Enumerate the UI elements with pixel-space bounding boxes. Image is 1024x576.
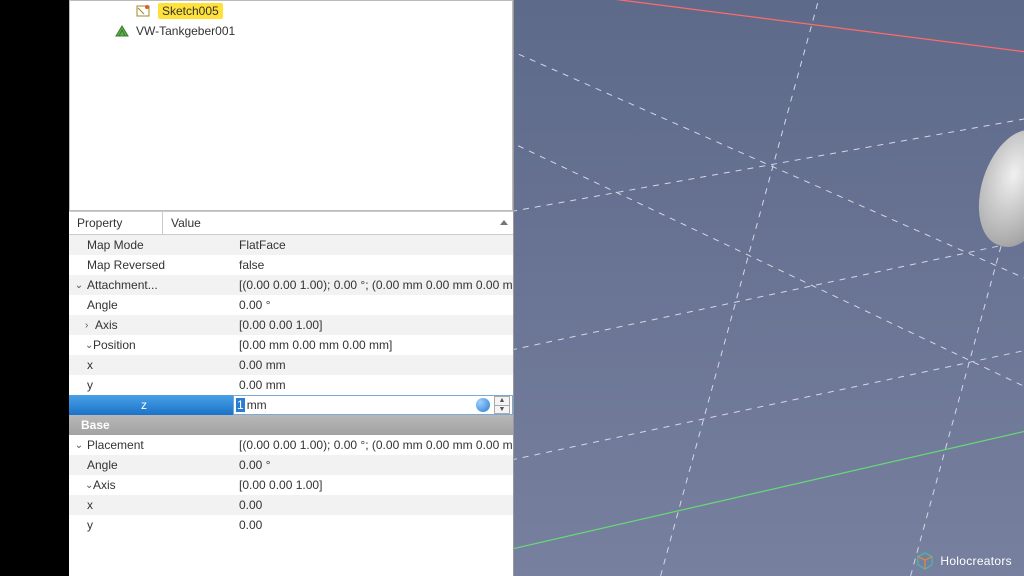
row-attachment[interactable]: ⌄Attachment... [(0.00 0.00 1.00); 0.00 °… [69,275,513,295]
row-pl-axis[interactable]: ⌄Axis [0.00 0.00 1.00] [69,475,513,495]
property-header: Property Value [69,211,513,235]
spin-down-icon[interactable]: ▼ [495,406,509,414]
row-placement[interactable]: ⌄Placement [(0.00 0.00 1.00); 0.00 °; (0… [69,435,513,455]
scroll-up-icon[interactable] [495,211,513,235]
chevron-down-icon[interactable]: ⌄ [73,480,85,491]
row-map-mode[interactable]: Map Mode FlatFace [69,235,513,255]
chevron-down-icon[interactable]: ⌄ [73,340,85,351]
row-base-header: Base [69,415,513,435]
chevron-down-icon[interactable]: ⌄ [73,280,85,291]
spin-up-icon[interactable]: ▲ [495,397,509,406]
property-header-key: Property [69,212,163,234]
mesh-icon [114,24,130,38]
row-att-z-editing[interactable]: z 1 mm ▲ ▼ [69,395,513,415]
watermark: Holocreators [916,552,1012,570]
row-att-x[interactable]: x 0.00 mm [69,355,513,375]
property-header-val: Value [163,212,513,234]
watermark-text: Holocreators [940,554,1012,568]
row-map-reversed[interactable]: Map Reversed false [69,255,513,275]
property-panel: Property Value Map Mode FlatFace Map Rev… [69,211,513,576]
tree-item-label: Sketch005 [158,3,223,19]
row-att-axis[interactable]: ›Axis [0.00 0.00 1.00] [69,315,513,335]
app-frame: Sketch005 VW-Tankgeber001 Property Value… [69,0,1024,576]
row-pl-y[interactable]: y 0.00 [69,515,513,535]
z-value-selected[interactable]: 1 [236,398,245,412]
chevron-down-icon[interactable]: ⌄ [73,440,85,451]
sketch-icon [136,4,152,18]
tree-item-label: VW-Tankgeber001 [136,24,235,38]
logo-icon [916,552,934,570]
tree-item-mesh[interactable]: VW-Tankgeber001 [76,21,506,41]
row-att-angle[interactable]: Angle 0.00 ° [69,295,513,315]
z-input-field[interactable]: 1 mm ▲ ▼ [233,395,513,415]
left-panel: Sketch005 VW-Tankgeber001 Property Value… [69,0,514,576]
z-unit: mm [247,398,267,412]
row-att-y[interactable]: y 0.00 mm [69,375,513,395]
tree-item-sketch[interactable]: Sketch005 [76,1,506,21]
viewport-grid [514,0,1024,576]
tree-view[interactable]: Sketch005 VW-Tankgeber001 [69,0,513,211]
chevron-right-icon[interactable]: › [73,320,85,331]
property-body: Map Mode FlatFace Map Reversed false ⌄At… [69,235,513,576]
row-pl-x[interactable]: x 0.00 [69,495,513,515]
spinbox[interactable]: ▲ ▼ [494,396,510,414]
row-att-position[interactable]: ⌄Position [0.00 mm 0.00 mm 0.00 mm] [69,335,513,355]
3d-viewport[interactable] [514,0,1024,576]
row-pl-angle[interactable]: Angle 0.00 ° [69,455,513,475]
globe-icon[interactable] [476,398,490,412]
